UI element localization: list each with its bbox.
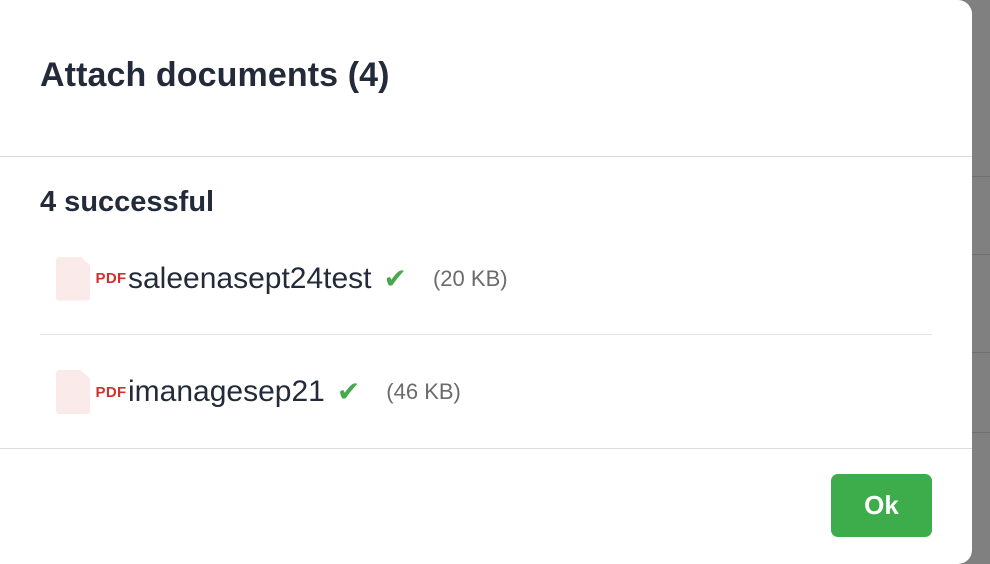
pdf-icon-label: PDF xyxy=(95,383,127,401)
dialog-title: Attach documents (4) xyxy=(40,56,390,94)
dialog-header: Attach documents (4) xyxy=(0,0,972,157)
file-size: (20 KB) xyxy=(432,265,508,291)
file-list-item: PDF saleenasept24test ✔ (20 KB) xyxy=(40,223,932,335)
divider xyxy=(970,254,990,255)
file-list-item: PDF imanagesep21 ✔ (46 KB) xyxy=(40,336,932,448)
pdf-icon-label: PDF xyxy=(95,270,127,287)
divider xyxy=(970,176,990,177)
file-name: imanagesep21 xyxy=(128,375,325,408)
attach-documents-dialog: Attach documents (4) 4 successful PDF sa… xyxy=(0,0,972,564)
check-icon: ✔ xyxy=(336,376,361,407)
check-icon: ✔ xyxy=(383,262,407,294)
ok-button[interactable]: Ok xyxy=(831,474,932,537)
pdf-file-icon xyxy=(56,370,90,414)
divider xyxy=(970,432,990,433)
section-title: 4 successful xyxy=(40,186,215,218)
dialog-footer: Ok xyxy=(0,448,972,564)
divider xyxy=(970,352,990,353)
file-size: (46 KB) xyxy=(386,379,461,404)
file-name: saleenasept24test xyxy=(128,261,372,295)
pdf-file-icon xyxy=(56,256,90,301)
